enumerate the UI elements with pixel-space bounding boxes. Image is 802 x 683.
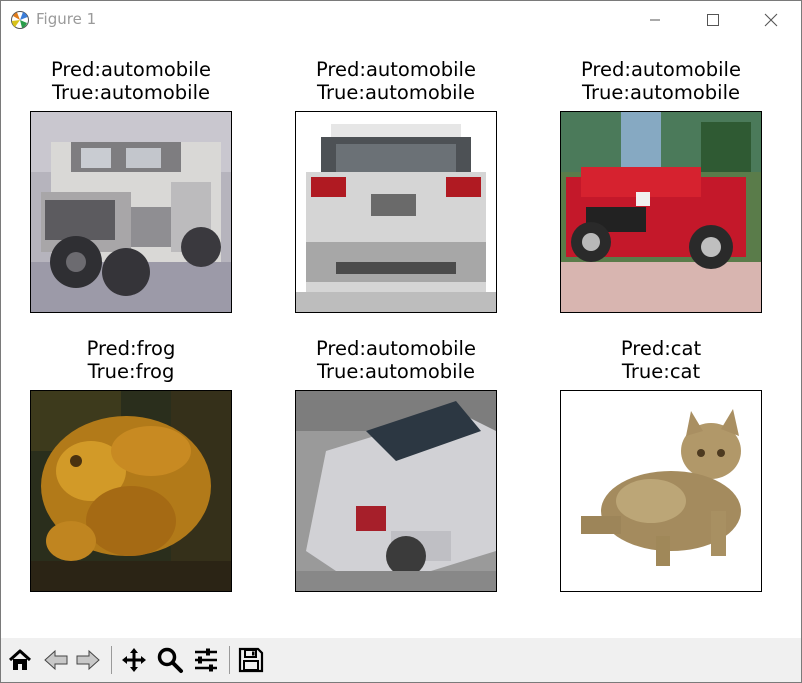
true-label: True:automobile bbox=[51, 81, 210, 104]
pan-icon bbox=[122, 648, 146, 672]
true-label: True:automobile bbox=[581, 81, 740, 104]
back-button[interactable] bbox=[40, 644, 72, 676]
image-axes bbox=[560, 111, 762, 313]
matplotlib-app-icon bbox=[10, 10, 30, 30]
close-button[interactable] bbox=[742, 1, 800, 38]
forward-button[interactable] bbox=[72, 644, 104, 676]
figure-window: Figure 1 Pred:automobile True:automobile bbox=[0, 0, 802, 683]
save-button[interactable] bbox=[235, 644, 267, 676]
pred-label: Pred:automobile bbox=[316, 58, 476, 81]
pred-label: Pred:cat bbox=[620, 337, 702, 360]
red-car-image bbox=[561, 112, 761, 312]
zoom-button[interactable] bbox=[154, 644, 186, 676]
image-axes bbox=[30, 111, 232, 313]
image-axes bbox=[30, 390, 232, 592]
maximize-button[interactable] bbox=[684, 1, 742, 38]
window-title: Figure 1 bbox=[36, 10, 97, 28]
configure-subplots-icon bbox=[195, 648, 217, 672]
kitten-image bbox=[561, 391, 761, 591]
image-axes bbox=[295, 390, 497, 592]
close-icon bbox=[764, 13, 778, 26]
minimize-icon bbox=[650, 19, 660, 20]
forward-icon bbox=[76, 649, 100, 671]
true-label: True:automobile bbox=[316, 360, 475, 383]
image-axes bbox=[560, 390, 762, 592]
save-icon bbox=[238, 647, 264, 673]
pred-label: Pred:frog bbox=[86, 337, 176, 360]
pred-label: Pred:automobile bbox=[316, 337, 476, 360]
home-button[interactable] bbox=[4, 644, 36, 676]
home-icon bbox=[8, 649, 32, 670]
image-axes bbox=[295, 111, 497, 313]
true-label: True:frog bbox=[87, 360, 175, 383]
navigation-toolbar bbox=[1, 638, 801, 682]
pred-label: Pred:automobile bbox=[51, 58, 211, 81]
silver-car-image bbox=[296, 391, 496, 591]
configure-subplots-button[interactable] bbox=[190, 644, 222, 676]
minimize-button[interactable] bbox=[626, 1, 684, 38]
true-label: True:cat bbox=[621, 360, 701, 383]
frog-image bbox=[31, 391, 231, 591]
true-label: True:automobile bbox=[316, 81, 475, 104]
hatchback-image bbox=[296, 112, 496, 312]
title-bar: Figure 1 bbox=[1, 1, 801, 38]
back-icon bbox=[44, 649, 68, 671]
zoom-icon bbox=[157, 647, 183, 673]
toolbar-separator bbox=[111, 646, 112, 674]
figure-canvas: Pred:automobile True:automobile Pred:aut… bbox=[1, 38, 801, 638]
maximize-icon bbox=[707, 13, 719, 26]
pred-label: Pred:automobile bbox=[581, 58, 741, 81]
pan-button[interactable] bbox=[118, 644, 150, 676]
toolbar-separator bbox=[229, 646, 230, 674]
jeep-image bbox=[31, 112, 231, 312]
